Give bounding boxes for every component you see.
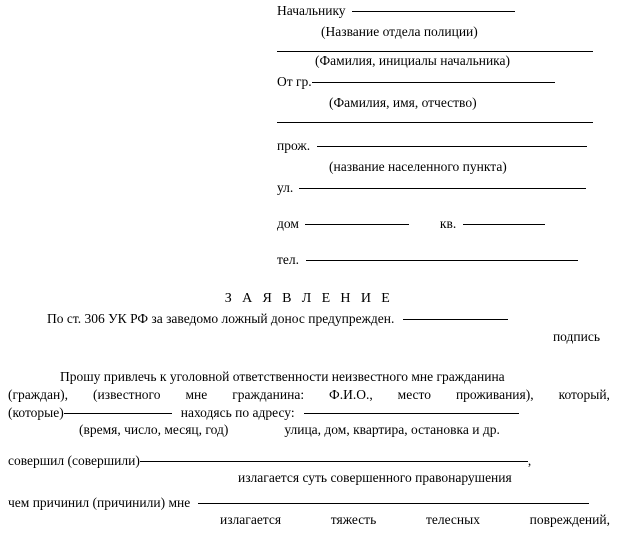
body-line-3-captions: (время, число, месяц, год) улица, дом, к… — [8, 422, 610, 441]
injury-caption-word: повреждений, — [529, 512, 610, 527]
residence-line: прож. — [277, 138, 601, 159]
document-page: Начальнику (Название отдела полиции) (Фа… — [0, 0, 618, 537]
body-line-2-word: мне — [185, 387, 208, 402]
injury-caption-word: излагается — [220, 512, 282, 527]
house-apartment-line: дом кв. — [277, 216, 601, 237]
datetime-input-rule[interactable] — [63, 413, 172, 414]
chief-name-caption-row: (Фамилия, инициалы начальника) — [277, 53, 601, 73]
body-line-2-word: место — [397, 387, 431, 402]
body-line-2-word: который, — [558, 387, 610, 402]
harm-caused-label: чем причинил (причинили) мне — [8, 495, 191, 510]
body-line-5: чем причинил (причинили) мне — [8, 495, 610, 513]
applicant-name-input-rule[interactable] — [311, 82, 555, 83]
body-line-2-word: (граждан), — [8, 387, 69, 402]
addressee-label: Начальнику — [277, 3, 346, 18]
false-denunciation-warning-text: По ст. 306 УК РФ за заведомо ложный доно… — [47, 311, 395, 326]
addressee-header-block: Начальнику (Название отдела полиции) (Фа… — [277, 3, 601, 273]
phone-label: тел. — [277, 252, 300, 267]
street-input-rule[interactable] — [299, 188, 587, 189]
body-line-2-word: проживания), — [455, 387, 534, 402]
body-line-2-word: Ф.И.О., — [329, 387, 373, 402]
locality-caption: (название населенного пункта) — [329, 159, 507, 174]
phone-line: тел. — [277, 252, 601, 273]
residence-label: прож. — [277, 138, 311, 153]
spacer-after-house — [277, 237, 601, 252]
body-line-2-word: (известного — [93, 387, 161, 402]
offence-description-input-rule[interactable] — [139, 461, 528, 462]
apartment-input-rule[interactable] — [463, 224, 546, 225]
signature-caption: подпись — [552, 329, 600, 344]
false-denunciation-warning-line: По ст. 306 УК РФ за заведомо ложный доно… — [47, 311, 509, 327]
statement-body: Прошу привлечь к уголовной ответственнос… — [8, 369, 610, 531]
injury-caption-word: тяжесть — [330, 512, 377, 527]
injury-severity-caption: излагается тяжесть телесных повреждений, — [220, 512, 610, 531]
body-line-2-word: гражданина: — [232, 387, 305, 402]
body-line-2: (граждан), (известного мне гражданина: Ф… — [8, 387, 610, 405]
injury-caption-word: телесных — [425, 512, 480, 527]
applicant-name-caption-row: (Фамилия, имя, отчество) — [277, 95, 601, 115]
warning-signature-rule[interactable] — [403, 319, 509, 320]
department-caption: (Название отдела полиции) — [321, 24, 478, 39]
street-line: ул. — [277, 180, 601, 201]
signature-caption-row: подпись — [0, 329, 600, 345]
chief-name-caption: (Фамилия, инициалы начальника) — [315, 53, 511, 68]
locality-input-rule[interactable] — [317, 146, 588, 147]
addressee-line: Начальнику — [277, 3, 601, 24]
address-caption: улица, дом, квартира, остановка и др. — [284, 422, 500, 437]
body-line-3: (которые) находясь по адресу: — [8, 405, 610, 423]
at-address-label: находясь по адресу: — [180, 405, 295, 420]
address-input-rule[interactable] — [303, 413, 519, 414]
house-label: дом — [277, 216, 299, 231]
from-label: От гр. — [277, 74, 312, 89]
which-persons-label: (которые) — [8, 405, 64, 420]
injury-severity-input-rule[interactable] — [198, 503, 590, 504]
spacer-before-line-4 — [8, 441, 610, 453]
house-input-rule[interactable] — [304, 224, 409, 225]
applicant-name-caption: (Фамилия, имя, отчество) — [329, 95, 477, 110]
spacer-after-street — [277, 201, 601, 216]
committed-label: совершил (совершили) — [8, 453, 140, 468]
offence-description-caption: излагается суть совершенного правонаруше… — [238, 470, 512, 485]
addressee-input-rule[interactable] — [351, 11, 515, 12]
apartment-label: кв. — [439, 216, 457, 231]
from-line: От гр. — [277, 74, 601, 95]
body-line-5-caption-row: излагается тяжесть телесных повреждений, — [8, 512, 610, 531]
document-title: З А Я В Л Е Н И Е — [224, 291, 394, 306]
chief-name-input-rule[interactable] — [277, 51, 593, 52]
datetime-caption: (время, число, месяц, год) — [79, 422, 229, 437]
spacer-after-applicant — [277, 123, 601, 138]
body-line-4-caption-row: излагается суть совершенного правонаруше… — [8, 470, 610, 489]
locality-caption-row: (название населенного пункта) — [277, 159, 601, 179]
phone-input-rule[interactable] — [306, 260, 579, 261]
street-label: ул. — [277, 180, 294, 195]
body-line-1-text: Прошу привлечь к уголовной ответственнос… — [60, 369, 505, 384]
line-4-comma: , — [527, 453, 532, 468]
body-line-1: Прошу привлечь к уголовной ответственнос… — [8, 369, 610, 387]
body-line-4: совершил (совершили) , — [8, 453, 610, 471]
department-caption-row: (Название отдела полиции) — [277, 24, 601, 44]
